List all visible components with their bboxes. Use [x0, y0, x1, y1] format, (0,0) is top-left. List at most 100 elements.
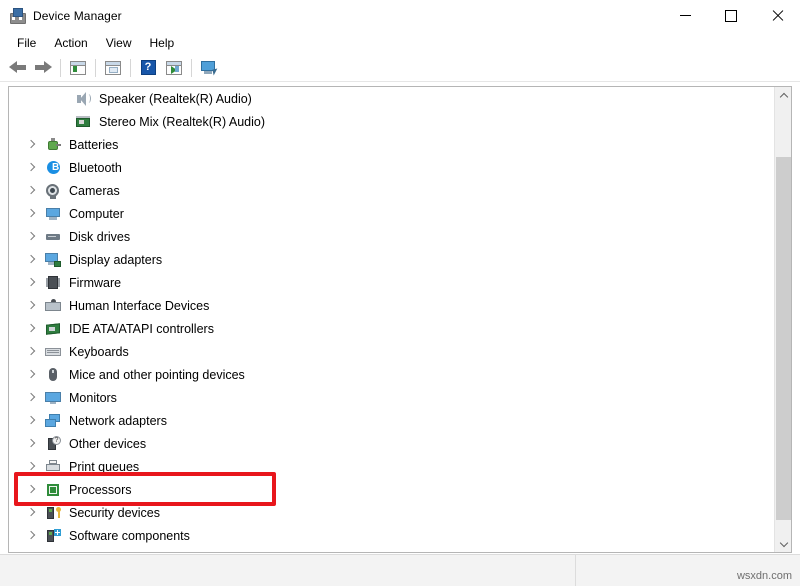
show-hide-console-tree-button[interactable] — [66, 56, 90, 80]
tree-row-label: Monitors — [69, 391, 127, 405]
forward-arrow-icon — [35, 61, 52, 74]
maximize-button[interactable] — [708, 0, 754, 31]
tree-row[interactable]: Computer — [9, 202, 775, 225]
chevron-right-icon[interactable] — [23, 183, 39, 199]
tree-row-label: Bluetooth — [69, 161, 132, 175]
chevron-right-icon[interactable] — [23, 229, 39, 245]
tree-row[interactable]: Security devices — [9, 501, 775, 524]
tree-row-label: Computer — [69, 207, 134, 221]
tree-row[interactable]: Software devices — [9, 547, 775, 552]
scroll-up-button[interactable] — [775, 87, 792, 104]
tree-row[interactable]: Firmware — [9, 271, 775, 294]
chevron-right-icon[interactable] — [23, 482, 39, 498]
tree-row[interactable]: Monitors — [9, 386, 775, 409]
camera-icon — [45, 183, 61, 199]
firmware-icon — [45, 275, 61, 291]
other-device-icon: ? — [45, 436, 61, 452]
toolbar-separator-4 — [191, 59, 192, 77]
tree-row[interactable]: Speaker (Realtek(R) Audio) — [9, 87, 775, 110]
console-tree-icon — [70, 61, 86, 75]
minimize-icon — [680, 15, 691, 16]
mouse-icon — [45, 367, 61, 383]
device-manager-window: Device Manager File Action View Help — [0, 0, 800, 586]
tree-row[interactable]: Disk drives — [9, 225, 775, 248]
toolbar-separator-2 — [95, 59, 96, 77]
tree-row[interactable]: Software components — [9, 524, 775, 547]
keyboard-icon — [45, 344, 61, 360]
tree-row[interactable]: Print queues — [9, 455, 775, 478]
tree-row[interactable]: Network adapters — [9, 409, 775, 432]
tree-row[interactable]: B Bluetooth — [9, 156, 775, 179]
menu-item-help[interactable]: Help — [141, 33, 184, 53]
chevron-right-icon[interactable] — [23, 505, 39, 521]
properties-button[interactable] — [101, 56, 125, 80]
tree-row[interactable]: IDE ATA/ATAPI controllers — [9, 317, 775, 340]
tree-row[interactable]: Keyboards — [9, 340, 775, 363]
chevron-right-icon[interactable] — [23, 298, 39, 314]
scan-hardware-changes-button[interactable] — [197, 56, 221, 80]
chevron-right-icon[interactable] — [23, 390, 39, 406]
vertical-scrollbar[interactable] — [774, 87, 791, 552]
tree-row[interactable]: Cameras — [9, 179, 775, 202]
chevron-right-icon[interactable] — [23, 459, 39, 475]
chevron-right-icon[interactable] — [23, 528, 39, 544]
update-driver-button[interactable] — [162, 56, 186, 80]
chevron-right-icon[interactable] — [23, 137, 39, 153]
tree-row-label: Batteries — [69, 138, 128, 152]
tree-row[interactable]: Mice and other pointing devices — [9, 363, 775, 386]
tree-row[interactable]: Display adapters — [9, 248, 775, 271]
chevron-right-icon[interactable] — [23, 160, 39, 176]
software-component-icon — [45, 528, 61, 544]
scrollbar-thumb[interactable] — [776, 157, 791, 520]
title-bar: Device Manager — [0, 0, 800, 31]
processor-icon — [45, 482, 61, 498]
tree-row[interactable]: Processors — [9, 478, 775, 501]
maximize-icon — [725, 10, 737, 22]
close-button[interactable] — [754, 0, 800, 31]
scroll-down-button[interactable] — [775, 535, 792, 552]
bluetooth-icon: B — [45, 160, 61, 176]
tree-row-label: IDE ATA/ATAPI controllers — [69, 322, 224, 336]
chevron-right-icon[interactable] — [23, 367, 39, 383]
chevron-down-icon — [781, 541, 787, 547]
tree-row[interactable]: Batteries — [9, 133, 775, 156]
chevron-right-icon[interactable] — [23, 275, 39, 291]
tree-row-label: Keyboards — [69, 345, 139, 359]
chevron-right-icon[interactable] — [23, 321, 39, 337]
scan-hardware-icon — [201, 61, 218, 75]
menu-item-file[interactable]: File — [8, 33, 45, 53]
menu-bar: File Action View Help — [0, 31, 800, 54]
chevron-right-icon[interactable] — [23, 413, 39, 429]
speaker-icon — [75, 91, 91, 107]
window-title: Device Manager — [33, 9, 122, 23]
window-controls — [662, 0, 800, 31]
toolbar: ? — [0, 54, 800, 82]
help-button[interactable]: ? — [136, 56, 160, 80]
chevron-right-icon[interactable] — [23, 252, 39, 268]
security-device-icon — [45, 505, 61, 521]
tree-row-label: Firmware — [69, 276, 131, 290]
battery-icon — [45, 137, 61, 153]
status-divider — [575, 555, 576, 586]
device-tree-list[interactable]: Speaker (Realtek(R) Audio) Stereo Mix (Re… — [9, 87, 775, 552]
device-manager-icon — [9, 8, 25, 24]
chevron-right-icon[interactable] — [23, 551, 39, 553]
menu-item-view[interactable]: View — [97, 33, 141, 53]
chevron-right-icon[interactable] — [23, 344, 39, 360]
monitor-icon — [45, 390, 61, 406]
tree-row[interactable]: Human Interface Devices — [9, 294, 775, 317]
back-arrow-icon — [9, 61, 26, 74]
minimize-button[interactable] — [662, 0, 708, 31]
tree-row[interactable]: ?Other devices — [9, 432, 775, 455]
tree-row[interactable]: Stereo Mix (Realtek(R) Audio) — [9, 110, 775, 133]
chevron-right-icon[interactable] — [23, 436, 39, 452]
toolbar-separator-3 — [130, 59, 131, 77]
tree-row-label: Human Interface Devices — [69, 299, 219, 313]
chevron-right-icon[interactable] — [23, 206, 39, 222]
menu-item-action[interactable]: Action — [45, 33, 96, 53]
back-button[interactable] — [5, 56, 29, 80]
properties-icon — [105, 61, 121, 75]
tree-row-label: Speaker (Realtek(R) Audio) — [99, 92, 262, 106]
forward-button[interactable] — [31, 56, 55, 80]
tree-row-label: Mice and other pointing devices — [69, 368, 255, 382]
